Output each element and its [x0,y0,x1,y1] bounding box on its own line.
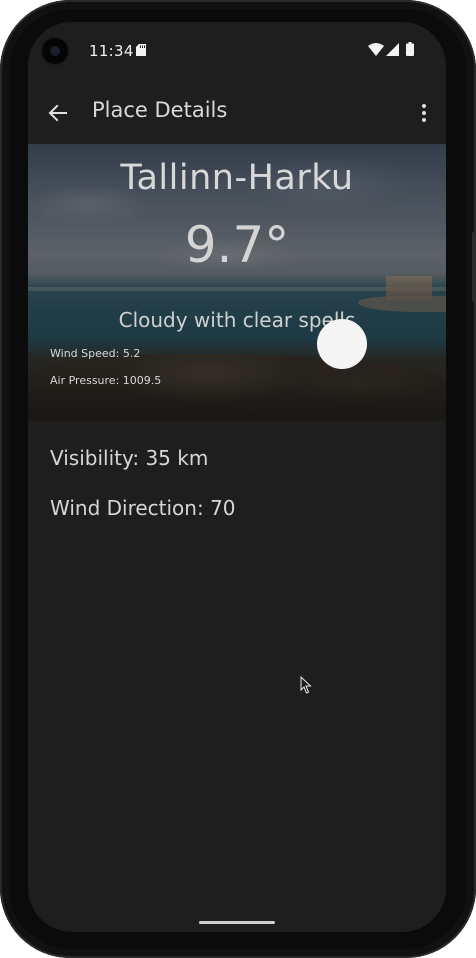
wifi-icon [368,43,384,56]
wind-speed: Wind Speed: 5.2 [50,347,141,360]
more-vert-icon [422,104,426,122]
battery-icon [406,42,414,56]
temperature: 9.7° [184,216,290,274]
weather-condition: Cloudy with clear spells [118,308,356,332]
status-time: 11:34 [89,42,134,60]
screen: 11:34 Place Details Tallinn-Harku 9.7° C… [28,22,446,932]
weather-icon-circle [317,319,367,369]
signal-icon [386,43,399,56]
sd-card-icon [136,44,146,56]
visibility-text: Visibility: 35 km [50,446,209,470]
air-pressure: Air Pressure: 1009.5 [50,374,162,387]
location-name: Tallinn-Harku [120,158,354,198]
overflow-menu-button[interactable] [416,97,432,129]
camera-icon [42,38,68,64]
arrow-back-icon [48,104,67,122]
page-title: Place Details [92,98,228,122]
wind-direction-text: Wind Direction: 70 [50,496,236,520]
power-button [472,232,476,302]
phone-frame: 11:34 Place Details Tallinn-Harku 9.7° C… [0,0,476,958]
back-button[interactable] [42,97,74,129]
status-bar: 11:34 [28,22,446,82]
mouse-cursor-icon [300,676,312,694]
home-indicator[interactable] [199,921,275,924]
app-bar: Place Details [28,82,446,144]
weather-hero-card: Tallinn-Harku 9.7° Cloudy with clear spe… [28,144,446,421]
